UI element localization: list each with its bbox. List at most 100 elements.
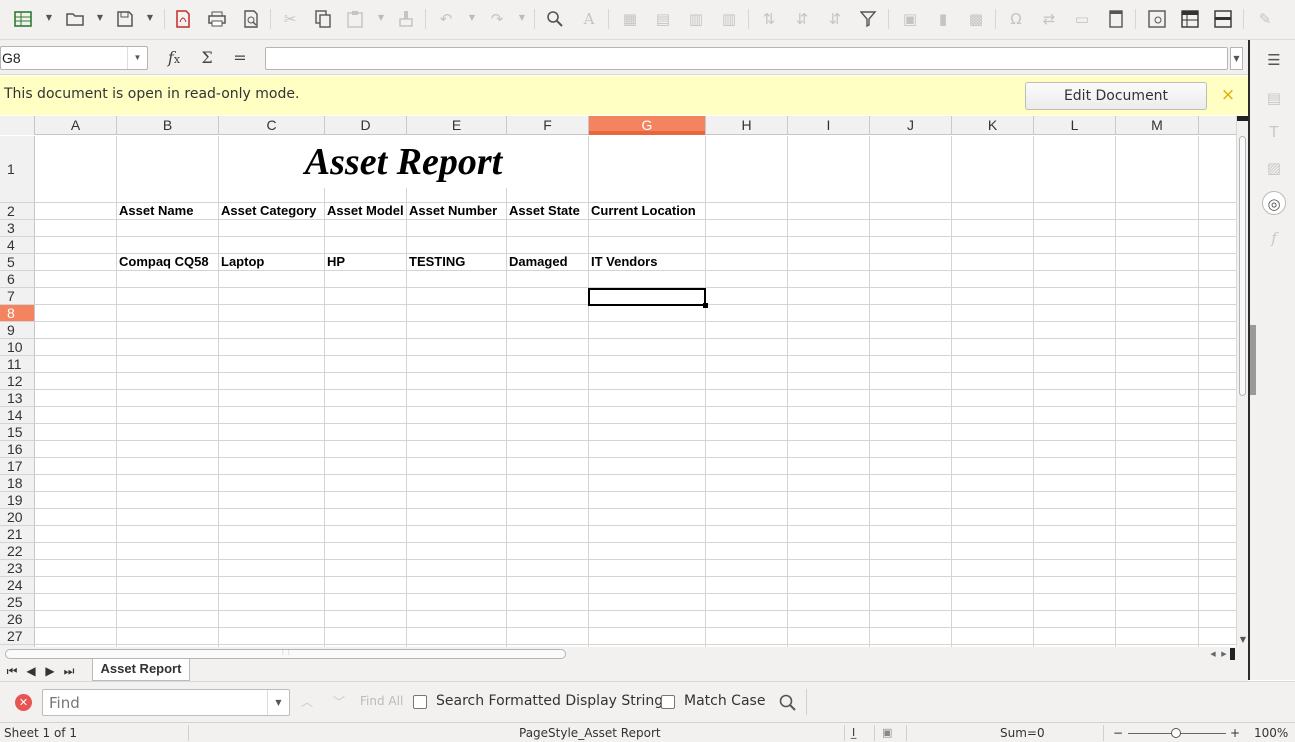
spelling-icon[interactable]: A (576, 6, 602, 32)
row-header-14[interactable]: 14 (0, 407, 35, 424)
zoom-slider-knob[interactable] (1171, 728, 1181, 738)
export-pdf-icon[interactable] (170, 6, 196, 32)
headers-footers-icon[interactable] (1103, 6, 1129, 32)
insert-mode-icon[interactable]: I̲ (852, 726, 855, 739)
sort-icon[interactable]: ⇵ (822, 6, 848, 32)
row-header-4[interactable]: 4 (0, 237, 35, 254)
styles-text-icon[interactable]: T (1262, 120, 1286, 144)
previous-sheet-icon[interactable]: ◀ (23, 663, 39, 679)
sidebar-grip[interactable] (1250, 325, 1256, 395)
column-header-g[interactable]: G (589, 116, 706, 135)
formula-button[interactable]: = (228, 48, 252, 70)
row-header-6[interactable]: 6 (0, 271, 35, 288)
data-cell[interactable]: Compaq CQ58 (119, 254, 209, 269)
clone-formatting-icon[interactable] (393, 6, 419, 32)
column-header-k[interactable]: K (952, 116, 1034, 135)
undo-dropdown-icon[interactable]: ▼ (468, 13, 476, 23)
functions-icon[interactable]: f (1262, 226, 1286, 250)
search-formatted-checkbox[interactable] (413, 695, 427, 709)
page-style[interactable]: PageStyle_Asset Report (519, 726, 661, 740)
row-header-7[interactable]: 7 (0, 288, 35, 305)
new-spreadsheet-icon[interactable] (10, 6, 36, 32)
scroll-right-icon[interactable]: ▶ (1219, 649, 1229, 659)
selection-sum[interactable]: Sum=0 (1000, 726, 1045, 740)
row-header-20[interactable]: 20 (0, 509, 35, 526)
column-header-e[interactable]: E (407, 116, 507, 135)
row-header-13[interactable]: 13 (0, 390, 35, 407)
insert-columns-icon[interactable]: ▥ (716, 6, 742, 32)
zoom-out-button[interactable]: − (1113, 726, 1123, 740)
row-header-26[interactable]: 26 (0, 611, 35, 628)
gallery-icon[interactable]: ▨ (1262, 156, 1286, 180)
row-icon[interactable]: ▦ (617, 6, 643, 32)
sort-ascending-icon[interactable]: ⇅ (756, 6, 782, 32)
scroll-left-icon[interactable]: ◀ (1208, 649, 1218, 659)
row-header-3[interactable]: 3 (0, 220, 35, 237)
find-replace-icon[interactable] (778, 693, 798, 713)
row-header-8[interactable]: 8 (0, 305, 35, 322)
open-icon[interactable] (62, 6, 88, 32)
document-modified-icon[interactable]: ▣ (882, 726, 892, 739)
chevron-down-icon[interactable]: ▼ (127, 47, 147, 69)
copy-icon[interactable] (310, 6, 336, 32)
find-input[interactable]: Find ▼ (42, 689, 290, 716)
sum-button[interactable]: Σ (195, 48, 219, 70)
row-header-2[interactable]: 2 (0, 203, 35, 220)
styles-icon[interactable]: ▤ (1262, 86, 1286, 110)
vertical-scrollbar-thumb[interactable] (1239, 136, 1246, 396)
fill-handle[interactable] (703, 303, 708, 308)
row-header-15[interactable]: 15 (0, 424, 35, 441)
close-icon[interactable]: × (1218, 85, 1238, 105)
undo-icon[interactable]: ↶ (433, 6, 459, 32)
column-header-f[interactable]: F (507, 116, 589, 135)
paste-dropdown-icon[interactable]: ▼ (377, 13, 385, 23)
row-header-22[interactable]: 22 (0, 543, 35, 560)
save-icon[interactable] (112, 6, 138, 32)
header-cell[interactable]: Asset Model (327, 203, 404, 218)
data-cell[interactable]: HP (327, 254, 345, 269)
data-cell[interactable]: Laptop (221, 254, 264, 269)
zoom-in-button[interactable]: + (1230, 726, 1240, 740)
define-print-area-icon[interactable] (1144, 6, 1170, 32)
pivot-table-icon[interactable]: ▩ (963, 6, 989, 32)
column-header-l[interactable]: L (1034, 116, 1116, 135)
row-header-9[interactable]: 9 (0, 322, 35, 339)
split-window-icon[interactable] (1210, 6, 1236, 32)
row-header-27[interactable]: 27 (0, 628, 35, 645)
navigator-icon[interactable]: ◎ (1262, 191, 1286, 215)
properties-icon[interactable]: ☰ (1262, 48, 1286, 72)
column-icon[interactable]: ▤ (650, 6, 676, 32)
open-dropdown-icon[interactable]: ▼ (96, 13, 104, 23)
column-header-b[interactable]: B (117, 116, 219, 135)
zoom-level[interactable]: 100% (1254, 726, 1288, 740)
image-icon[interactable]: ▣ (897, 6, 923, 32)
header-cell[interactable]: Asset State (509, 203, 580, 218)
last-sheet-icon[interactable]: ⏭ (61, 663, 77, 679)
formula-input[interactable] (265, 47, 1228, 70)
function-wizard-button[interactable]: fx (162, 48, 186, 70)
comment-icon[interactable]: ▭ (1069, 6, 1095, 32)
column-header-i[interactable]: I (788, 116, 870, 135)
hyperlink-icon[interactable]: ⇄ (1036, 6, 1062, 32)
find-replace-icon[interactable] (542, 6, 568, 32)
header-cell[interactable]: Asset Number (409, 203, 497, 218)
scroll-down-icon[interactable]: ▼ (1238, 635, 1248, 645)
cut-icon[interactable]: ✂ (277, 6, 303, 32)
data-cell[interactable]: Damaged (509, 254, 568, 269)
row-header-10[interactable]: 10 (0, 339, 35, 356)
column-header-d[interactable]: D (325, 116, 407, 135)
chart-icon[interactable]: ▮ (930, 6, 956, 32)
print-preview-icon[interactable] (238, 6, 264, 32)
header-cell[interactable]: Asset Name (119, 203, 193, 218)
first-sheet-icon[interactable]: ⏮ (4, 663, 20, 679)
close-find-bar-icon[interactable]: ✕ (15, 694, 32, 711)
row-header-23[interactable]: 23 (0, 560, 35, 577)
freeze-rows-columns-icon[interactable] (1177, 6, 1203, 32)
vertical-scrollbar[interactable]: ▼ (1236, 116, 1249, 647)
sheet-tab-asset-report[interactable]: Asset Report (92, 659, 190, 681)
insert-rows-icon[interactable]: ▥ (683, 6, 709, 32)
redo-icon[interactable]: ↷ (484, 6, 510, 32)
row-header-25[interactable]: 25 (0, 594, 35, 611)
find-all-button[interactable]: Find All (360, 694, 403, 708)
row-header-18[interactable]: 18 (0, 475, 35, 492)
